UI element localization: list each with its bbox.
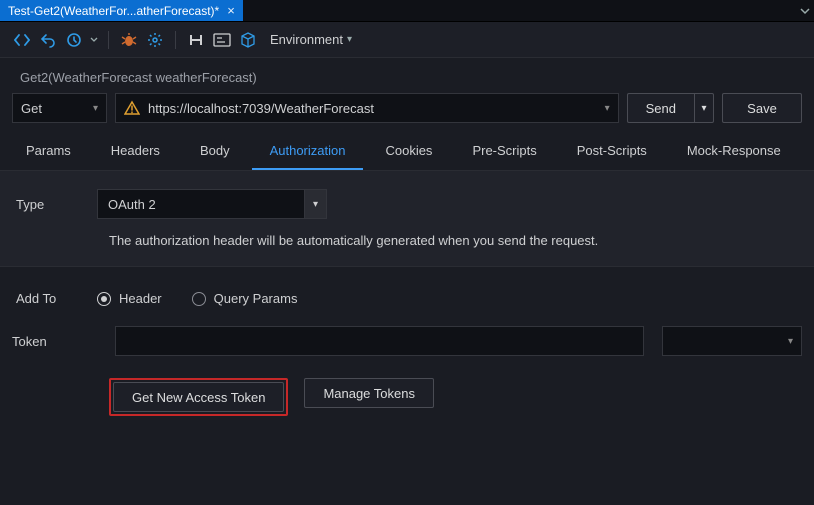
radio-header-label: Header: [119, 291, 162, 306]
chevron-down-icon[interactable]: [796, 0, 814, 21]
get-new-access-token-button[interactable]: Get New Access Token: [113, 382, 284, 412]
url-text: https://localhost:7039/WeatherForecast: [148, 101, 597, 116]
method-value: Get: [21, 101, 42, 116]
tab-params[interactable]: Params: [8, 133, 89, 170]
tab-postscripts[interactable]: Post-Scripts: [559, 133, 665, 170]
gear-icon[interactable]: [145, 30, 165, 50]
token-label: Token: [12, 334, 97, 349]
form-icon[interactable]: [212, 30, 232, 50]
history-icon[interactable]: [64, 30, 84, 50]
close-icon[interactable]: ×: [227, 3, 235, 18]
tab-strip: Test-Get2(WeatherFor...atherForecast)* ×: [0, 0, 814, 22]
chevron-down-icon[interactable]: ▾: [304, 190, 326, 218]
chevron-down-icon[interactable]: [90, 36, 98, 44]
token-input[interactable]: [115, 326, 644, 356]
tab-headers[interactable]: Headers: [93, 133, 178, 170]
chevron-down-icon: ▾: [93, 103, 98, 114]
auth-detail-panel: Add To Header Query Params Token ▾ Get N…: [0, 267, 814, 440]
auth-hint: The authorization header will be automat…: [109, 233, 598, 248]
cube-icon[interactable]: [238, 30, 258, 50]
tab-body[interactable]: Body: [182, 133, 248, 170]
auth-type-panel: Type OAuth 2 ▾ The authorization header …: [0, 171, 814, 267]
send-button[interactable]: Send: [627, 93, 694, 123]
type-label: Type: [12, 197, 97, 212]
tab-mockresponse[interactable]: Mock-Response: [669, 133, 799, 170]
send-button-group: Send ▾: [627, 93, 714, 123]
request-tabs: Params Headers Body Authorization Cookie…: [0, 133, 814, 171]
radio-query[interactable]: Query Params: [192, 291, 298, 306]
save-button[interactable]: Save: [722, 93, 802, 123]
tab-title: Test-Get2(WeatherFor...atherForecast)*: [8, 4, 219, 18]
chevron-down-icon: ▾: [347, 34, 352, 45]
method-dropdown[interactable]: Get ▾: [12, 93, 107, 123]
separator: [175, 31, 176, 49]
tab-prescripts[interactable]: Pre-Scripts: [454, 133, 554, 170]
manage-tokens-button[interactable]: Manage Tokens: [304, 378, 434, 408]
radio-header[interactable]: Header: [97, 291, 162, 306]
undo-icon[interactable]: [38, 30, 58, 50]
url-field[interactable]: https://localhost:7039/WeatherForecast ▾: [115, 93, 619, 123]
radio-icon: [97, 292, 111, 306]
request-row: Get ▾ https://localhost:7039/WeatherFore…: [0, 93, 814, 133]
token-preset-select[interactable]: ▾: [662, 326, 802, 356]
separator: [108, 31, 109, 49]
send-dropdown[interactable]: ▾: [694, 93, 714, 123]
addto-label: Add To: [12, 291, 97, 306]
auth-type-select[interactable]: OAuth 2 ▾: [97, 189, 327, 219]
document-tab[interactable]: Test-Get2(WeatherFor...atherForecast)* ×: [0, 0, 243, 21]
auth-type-value: OAuth 2: [108, 197, 156, 212]
environment-label: Environment: [270, 32, 343, 47]
code-icon[interactable]: [12, 30, 32, 50]
operation-signature: Get2(WeatherForecast weatherForecast): [0, 58, 814, 93]
toolbar: Environment ▾: [0, 22, 814, 58]
chevron-down-icon[interactable]: ▾: [605, 103, 610, 114]
highlight-box: Get New Access Token: [109, 378, 288, 416]
radio-query-label: Query Params: [214, 291, 298, 306]
tab-cookies[interactable]: Cookies: [367, 133, 450, 170]
radio-icon: [192, 292, 206, 306]
warning-icon: [124, 100, 140, 116]
environment-dropdown[interactable]: Environment ▾: [270, 32, 352, 47]
heading-icon[interactable]: [186, 30, 206, 50]
tab-authorization[interactable]: Authorization: [252, 133, 364, 170]
bug-icon[interactable]: [119, 30, 139, 50]
addto-radio-group: Header Query Params: [97, 291, 297, 306]
